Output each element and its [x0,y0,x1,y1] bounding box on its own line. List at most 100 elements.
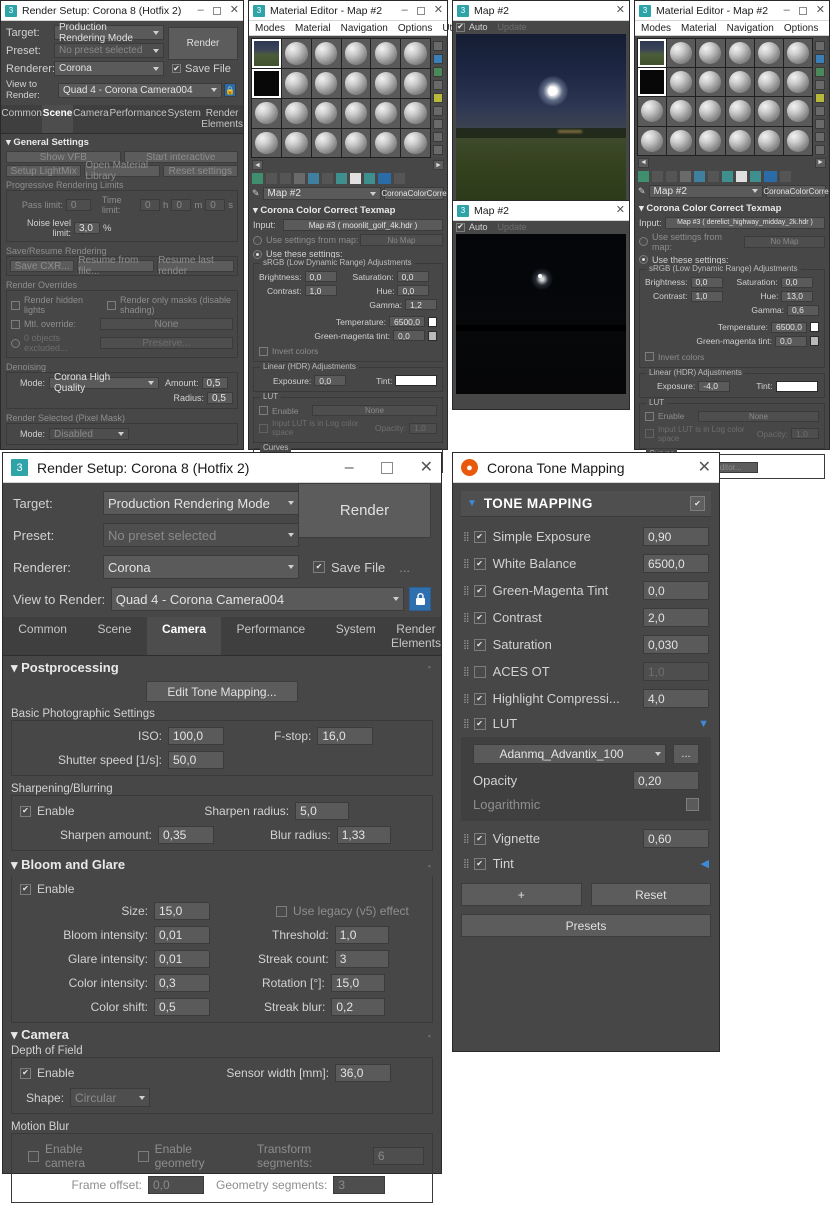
fstop-input[interactable]: 16,0 [317,727,373,745]
nav-left-button[interactable]: ◄ [638,158,649,168]
settings-source-map-slot[interactable]: No Map [360,234,443,246]
close-button[interactable]: ✕ [434,5,443,16]
material-slot-6[interactable] [401,39,430,68]
tab-common[interactable]: Common [1,105,42,133]
postprocessing-pin-icon[interactable]: ▪ [428,662,431,672]
lut-file-slot[interactable]: None [312,405,437,416]
put-to-library-icon[interactable] [322,173,333,184]
chevron-down-icon[interactable]: ▼ [698,718,709,730]
tab-scene[interactable]: Scene [42,105,72,133]
auto-update-checkbox[interactable] [456,23,465,32]
render-setup-small-tabs[interactable]: Common Scene Camera Performance System R… [1,105,243,134]
hue-input[interactable]: 13,0 [781,291,813,302]
material-slot-11[interactable] [755,68,783,96]
menu-options[interactable]: Options [398,23,432,34]
background-icon[interactable] [815,67,825,77]
drag-handle-icon[interactable]: ⣿ [463,718,469,729]
glare-intensity-input[interactable]: 0,01 [154,950,210,968]
transform-segments-input[interactable]: 6 [373,1147,424,1165]
material-slot-2[interactable] [667,39,695,67]
gamma-input[interactable]: 0,6 [787,305,819,316]
material-slot-20[interactable] [667,127,695,155]
denoise-mode-combo[interactable]: Corona High Quality [49,377,159,389]
material-slot-4[interactable] [342,39,371,68]
tint-color-swatch[interactable] [776,381,818,392]
preset-combo[interactable]: No preset selected [103,523,299,547]
video-color-check-icon[interactable] [433,93,443,103]
material-slot-grid[interactable] [637,38,813,156]
denoise-amount-input[interactable]: 0,5 [202,377,228,389]
menu-navigation[interactable]: Navigation [341,23,388,34]
menu-material[interactable]: Material [295,23,331,34]
map-preview-1-window[interactable]: 3 Map #2 ✕ Auto Update [452,0,630,202]
sensor-width-input[interactable]: 36,0 [335,1064,391,1082]
use-settings-from-map-radio[interactable] [253,236,262,245]
map-name-field[interactable]: Map #2 [263,187,381,200]
material-slot-16[interactable] [342,99,371,128]
threshold-input[interactable]: 1,0 [335,926,389,944]
pick-material-icon[interactable] [780,171,791,182]
lock-view-button[interactable] [409,587,431,611]
color-intensity-input[interactable]: 0,3 [154,974,210,992]
material-editor-left-menubar[interactable]: Modes Material Navigation Options Utilit… [249,21,447,36]
material-slot-12[interactable] [784,68,812,96]
tab-system[interactable]: System [167,105,201,133]
lut-operator-row[interactable]: ⣿ LUT ▼ [461,712,711,735]
map-preview-2-titlebar[interactable]: 3 Map #2 ✕ [453,201,629,221]
chevron-left-icon[interactable]: ◀ [701,857,709,870]
tone-mapping-window[interactable]: ● Corona Tone Mapping ✕ ▼ TONE MAPPING ⣿… [452,452,720,1052]
renderer-combo[interactable]: Corona [103,555,299,579]
select-by-material-icon[interactable] [815,132,825,142]
material-editor-left-titlebar[interactable]: 3 Material Editor - Map #2 – ✕ [249,1,447,21]
operator-row[interactable]: ⣿ Simple Exposure 0,90 [461,523,711,550]
operator-row[interactable]: ⣿ Highlight Compressi... 4,0 [461,685,711,712]
tint-checkbox[interactable] [474,858,486,870]
drag-handle-icon[interactable]: ⣿ [463,558,469,569]
put-to-library-icon[interactable] [708,171,719,182]
auto-update-checkbox[interactable] [456,223,465,232]
operator-value-input[interactable]: 0,90 [643,527,709,546]
material-slot-24[interactable] [784,127,812,155]
tab-performance[interactable]: Performance [109,105,167,133]
drag-handle-icon[interactable]: ⣿ [463,639,469,650]
material-slot-1[interactable] [252,39,281,68]
material-slot-13[interactable] [638,97,666,125]
menu-modes[interactable]: Modes [641,23,671,34]
mb-enable-geometry-checkbox[interactable] [138,1151,149,1162]
frame-offset-input[interactable]: 0,0 [148,1176,204,1194]
operator-row[interactable]: ⣿ ACES OT 1,0 [461,658,711,685]
target-combo[interactable]: Production Rendering Mode [103,491,299,515]
save-file-checkbox[interactable] [172,64,181,73]
saturation-input[interactable]: 0,0 [397,271,429,282]
material-editor-right-toolbar[interactable] [635,168,829,185]
contrast-input[interactable]: 1,0 [691,291,723,302]
material-editor-right-menubar[interactable]: Modes Material Navigation Options Utilit… [635,21,829,36]
background-icon[interactable] [433,67,443,77]
nav-right-button[interactable]: ► [433,160,444,170]
sharpening-enable-checkbox[interactable] [20,806,31,817]
tab-performance[interactable]: Performance [221,617,320,655]
resume-from-file-button[interactable]: Resume from file... [77,260,154,272]
pick-material-icon[interactable] [394,173,405,184]
tab-common[interactable]: Common [3,617,82,655]
material-slot-18[interactable] [401,99,430,128]
tone-mapping-header[interactable]: ▼ TONE MAPPING [461,491,711,517]
lut-log-checkbox[interactable] [259,424,268,433]
operator-checkbox[interactable] [474,666,486,678]
tint-color-swatch[interactable] [395,375,437,386]
assign-to-selection-icon[interactable] [666,171,677,182]
material-slot-18[interactable] [784,97,812,125]
operator-row[interactable]: ⣿ Saturation 0,030 [461,631,711,658]
vignette-row[interactable]: ⣿ Vignette 0,60 [461,825,711,852]
operator-value-input[interactable]: 0,0 [643,581,709,600]
preserve-button[interactable]: Preserve... [100,337,233,349]
make-preview-icon[interactable] [815,106,825,116]
green-magenta-tint-input[interactable]: 0,0 [393,330,425,341]
lut-enable-checkbox[interactable] [259,406,268,415]
material-slot-1[interactable] [638,39,666,67]
go-to-parent-icon[interactable] [364,173,375,184]
tab-render-elements[interactable]: Render Elements [201,105,243,133]
material-slot-8[interactable] [282,69,311,98]
tone-mapping-enable-checkbox[interactable] [690,496,705,511]
material-slot-9[interactable] [696,68,724,96]
